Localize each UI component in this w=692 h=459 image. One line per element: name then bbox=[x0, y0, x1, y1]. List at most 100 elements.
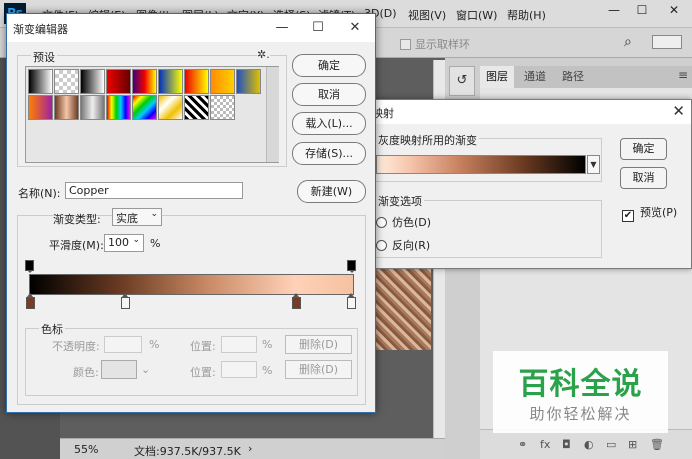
watermark-title: 百科全说 bbox=[518, 367, 643, 402]
load-button[interactable]: 载入(L)... bbox=[292, 112, 366, 135]
gradient-map-ok-button[interactable]: 确定 bbox=[620, 138, 667, 160]
dither-label: 仿色(D) bbox=[392, 216, 432, 229]
preset-swatch[interactable] bbox=[184, 69, 209, 94]
gradient-bar[interactable] bbox=[29, 274, 354, 295]
tab-channels[interactable]: 通道 bbox=[518, 66, 552, 88]
preset-swatch[interactable] bbox=[158, 69, 183, 94]
color-swatch bbox=[101, 360, 137, 379]
save-button[interactable]: 存储(S)... bbox=[292, 142, 366, 165]
close-icon[interactable]: ✕ bbox=[672, 102, 685, 120]
smoothness-select[interactable]: 100 ⌄ bbox=[104, 234, 144, 252]
color-location-field bbox=[221, 361, 257, 378]
reverse-label: 反向(R) bbox=[392, 239, 431, 252]
workspace-switcher[interactable] bbox=[652, 35, 682, 49]
opacity-unit: % bbox=[149, 338, 160, 351]
gradient-group-label: 灰度映射所用的渐变 bbox=[376, 132, 479, 148]
opacity-location-label: 位置: bbox=[190, 340, 216, 353]
watermark: 百科全说 助你轻松解决 bbox=[493, 351, 668, 433]
preset-swatch[interactable] bbox=[132, 69, 157, 94]
app-minimize-button[interactable]: — bbox=[600, 0, 628, 20]
color-stop-3[interactable] bbox=[292, 293, 301, 309]
presets-grid bbox=[25, 66, 279, 163]
gear-icon[interactable]: ✲. bbox=[257, 48, 270, 61]
preset-swatch[interactable] bbox=[184, 95, 209, 120]
preset-swatch[interactable] bbox=[106, 69, 131, 94]
history-panel-icon[interactable]: ↺ bbox=[449, 66, 475, 96]
preset-swatch[interactable] bbox=[28, 95, 53, 120]
panel-menu-icon[interactable]: ≡ bbox=[678, 68, 688, 82]
opacity-stop-left[interactable] bbox=[25, 260, 34, 273]
chevron-down-icon[interactable]: ▼ bbox=[587, 155, 600, 174]
preset-swatch[interactable] bbox=[54, 95, 79, 120]
radio-icon bbox=[376, 217, 387, 228]
mask-icon[interactable]: ◘ bbox=[562, 438, 571, 451]
smoothness-label: 平滑度(M): bbox=[49, 239, 104, 252]
preset-swatch[interactable] bbox=[106, 95, 131, 120]
gradient-type-label: 渐变类型: bbox=[53, 213, 101, 226]
status-menu-arrow[interactable]: › bbox=[248, 442, 252, 455]
close-icon[interactable]: ✕ bbox=[344, 18, 366, 38]
presets-label: 预设 bbox=[31, 49, 57, 65]
new-button[interactable]: 新建(W) bbox=[297, 180, 366, 203]
panel-tabs: 图层 通道 路径 ≡ bbox=[480, 66, 692, 88]
chevron-down-icon: ⌄ bbox=[141, 363, 151, 376]
gradient-map-cancel-button[interactable]: 取消 bbox=[620, 167, 667, 189]
app-restore-button[interactable]: ☐ bbox=[628, 0, 656, 20]
tab-layers[interactable]: 图层 bbox=[480, 66, 514, 88]
color-location-unit: % bbox=[262, 364, 273, 377]
adjustment-icon[interactable]: ◐ bbox=[584, 438, 594, 451]
preset-swatch[interactable] bbox=[158, 95, 183, 120]
opacity-stop-right[interactable] bbox=[347, 260, 356, 273]
group-icon[interactable]: ▭ bbox=[606, 438, 616, 451]
minimize-icon[interactable]: — bbox=[271, 18, 293, 38]
opacity-field bbox=[104, 336, 142, 353]
search-icon[interactable]: ⌕ bbox=[624, 34, 632, 50]
gradient-editor-dialog: 渐变编辑器 — ☐ ✕ 预设 ✲. 确定 取消 载入(L)... 存储(S)..… bbox=[6, 13, 376, 413]
color-stop-2[interactable] bbox=[121, 293, 130, 309]
preset-swatch[interactable] bbox=[80, 69, 105, 94]
gradient-editor-titlebar[interactable]: 渐变编辑器 — ☐ ✕ bbox=[7, 14, 375, 42]
maximize-icon[interactable]: ☐ bbox=[307, 18, 329, 38]
app-close-button[interactable]: ✕ bbox=[660, 0, 688, 20]
sample-ring-checkbox[interactable]: 显示取样环 bbox=[400, 36, 470, 52]
preview-checkbox[interactable]: ✔ 预览(P) bbox=[622, 204, 677, 222]
preview-label: 预览(P) bbox=[640, 206, 678, 219]
preset-swatch[interactable] bbox=[210, 95, 235, 120]
presets-scrollbar[interactable] bbox=[266, 67, 279, 162]
preset-swatch[interactable] bbox=[236, 69, 261, 94]
name-field[interactable]: Copper bbox=[65, 182, 243, 199]
fx-icon[interactable]: fx bbox=[540, 438, 550, 451]
color-label: 颜色: bbox=[73, 366, 99, 379]
dither-checkbox[interactable]: 仿色(D) bbox=[376, 214, 431, 230]
preset-swatch[interactable] bbox=[28, 69, 53, 94]
new-layer-icon[interactable]: ⊞ bbox=[628, 438, 637, 451]
stops-label: 色标 bbox=[39, 321, 65, 337]
color-delete-button: 删除(D) bbox=[285, 360, 352, 379]
zoom-level[interactable]: 55% bbox=[74, 443, 98, 456]
menu-view[interactable]: 视图(V) bbox=[408, 7, 446, 23]
cancel-button[interactable]: 取消 bbox=[292, 83, 366, 106]
menu-window[interactable]: 窗口(W) bbox=[456, 7, 497, 23]
gradient-options-label: 渐变选项 bbox=[376, 193, 424, 209]
color-stop-4[interactable] bbox=[347, 293, 356, 309]
link-icon[interactable]: ⚭ bbox=[518, 438, 527, 451]
gradient-map-titlebar[interactable]: 映射 ✕ bbox=[356, 100, 691, 124]
menu-help[interactable]: 帮助(H) bbox=[507, 7, 546, 23]
reverse-checkbox[interactable]: 反向(R) bbox=[376, 237, 430, 253]
smoothness-unit: % bbox=[150, 237, 161, 250]
gradient-type-select[interactable]: 实底 ⌄ bbox=[112, 208, 162, 226]
gradient-editor-title: 渐变编辑器 bbox=[13, 23, 68, 36]
chevron-down-icon: ⌄ bbox=[132, 235, 140, 245]
preset-swatch[interactable] bbox=[54, 69, 79, 94]
preset-swatch[interactable] bbox=[210, 69, 235, 94]
trash-icon[interactable]: 🗑 bbox=[650, 438, 664, 451]
document-size: 文档:937.5K/937.5K bbox=[134, 445, 241, 458]
chevron-down-icon: ⌄ bbox=[150, 209, 158, 219]
preset-swatch[interactable] bbox=[80, 95, 105, 120]
preset-swatch[interactable] bbox=[132, 95, 157, 120]
tab-paths[interactable]: 路径 bbox=[556, 66, 590, 88]
ok-button[interactable]: 确定 bbox=[292, 54, 366, 77]
gradient-map-preview-bar[interactable] bbox=[376, 155, 586, 174]
layers-panel-footer: ⚭ fx ◘ ◐ ▭ ⊞ 🗑 bbox=[480, 429, 692, 459]
color-stop-1[interactable] bbox=[26, 293, 35, 309]
